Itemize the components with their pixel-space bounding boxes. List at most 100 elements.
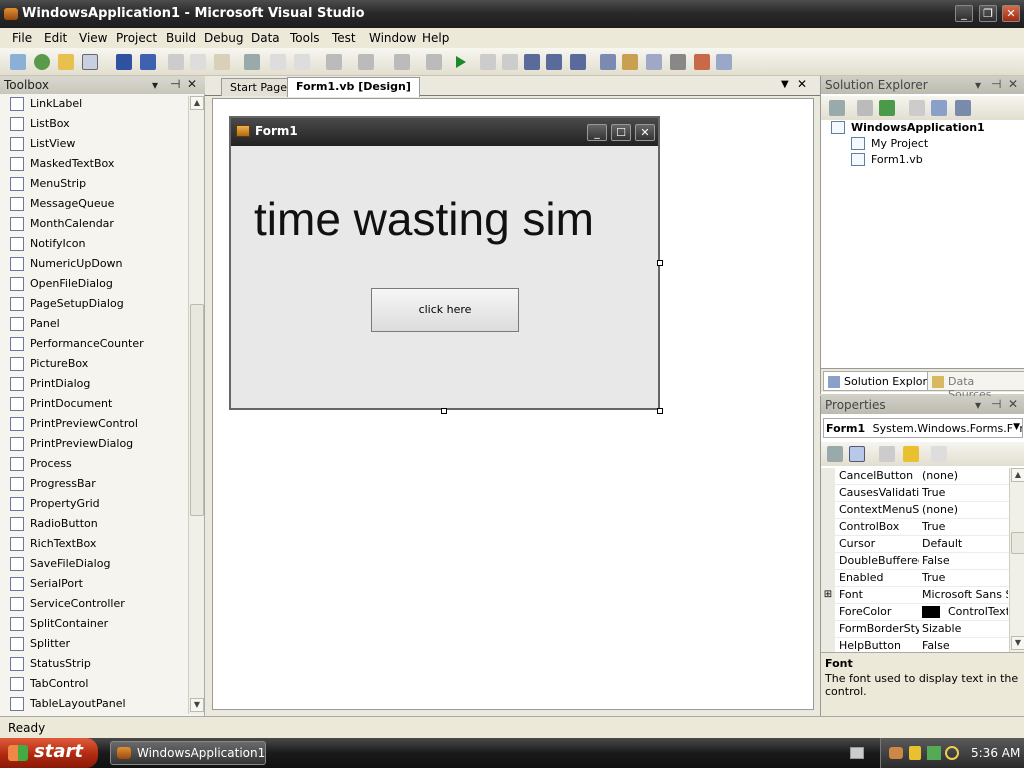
dropdown-arrow-icon[interactable]: ▾: [152, 78, 158, 92]
properties-view-icon[interactable]: [879, 446, 895, 462]
form-label[interactable]: time wasting sim: [254, 192, 594, 246]
pause-icon[interactable]: [480, 54, 496, 70]
solution-explorer-icon[interactable]: [622, 54, 638, 70]
close-icon[interactable]: ✕: [187, 77, 197, 91]
toolbox-item[interactable]: PrintPreviewDialog: [8, 434, 186, 454]
property-value[interactable]: True: [922, 486, 1008, 499]
redo-icon[interactable]: [358, 54, 374, 70]
property-value[interactable]: Default: [922, 537, 1008, 550]
toolbox-item[interactable]: StatusStrip: [8, 654, 186, 674]
pin-icon[interactable]: ⊣: [991, 77, 1001, 91]
toolbox-item[interactable]: PageSetupDialog: [8, 294, 186, 314]
form-maximize-button[interactable]: ☐: [611, 124, 631, 141]
properties-window-icon[interactable]: [646, 54, 662, 70]
refresh-icon[interactable]: [879, 100, 895, 116]
toolbox-item[interactable]: MaskedTextBox: [8, 154, 186, 174]
toolbox-item[interactable]: NotifyIcon: [8, 234, 186, 254]
view-code-icon[interactable]: [909, 100, 925, 116]
properties-scrollbar[interactable]: ▲ ▼: [1009, 468, 1024, 652]
toolbox-item[interactable]: TableLayoutPanel: [8, 694, 186, 714]
toolbox-item[interactable]: PrintDialog: [8, 374, 186, 394]
toolbox-item[interactable]: ListBox: [8, 114, 186, 134]
property-row[interactable]: FormBorderStyleSizable: [821, 621, 1009, 638]
close-icon[interactable]: ✕: [1008, 77, 1018, 91]
menu-project[interactable]: Project: [116, 31, 157, 45]
resize-handle-right[interactable]: [657, 260, 663, 266]
properties-icon[interactable]: [829, 100, 845, 116]
expand-icon[interactable]: ⊞: [821, 587, 835, 604]
save-icon[interactable]: [116, 54, 132, 70]
step-out-icon[interactable]: [570, 54, 586, 70]
scrollbar-thumb[interactable]: [190, 304, 204, 516]
design-surface[interactable]: Form1 _ ☐ ✕ time wasting sim click here: [212, 98, 814, 710]
scroll-down-arrow-icon[interactable]: ▼: [1011, 636, 1024, 650]
save-all-icon[interactable]: [140, 54, 156, 70]
property-value[interactable]: True: [922, 520, 1008, 533]
property-row[interactable]: ⊞ Font Microsoft Sans Serif: [821, 587, 1009, 604]
view-designer-icon[interactable]: [931, 100, 947, 116]
undo-icon[interactable]: [326, 54, 342, 70]
property-row[interactable]: CancelButton (none): [821, 468, 1009, 485]
property-row[interactable]: Enabled True: [821, 570, 1009, 587]
toolbox-item[interactable]: PictureBox: [8, 354, 186, 374]
property-value[interactable]: ControlText: [948, 605, 1008, 618]
shield-icon[interactable]: [909, 746, 921, 760]
tree-item-my-project[interactable]: My Project: [851, 136, 1021, 152]
property-value[interactable]: Sizable: [922, 622, 1008, 635]
resize-handle-bottom[interactable]: [441, 408, 447, 414]
object-browser-icon[interactable]: [694, 54, 710, 70]
menu-help[interactable]: Help: [422, 31, 449, 45]
toolbox-item[interactable]: MonthCalendar: [8, 214, 186, 234]
add-item-icon[interactable]: [82, 54, 98, 70]
taskbar-item-visual-studio[interactable]: WindowsApplication1 ...: [110, 741, 266, 765]
dropdown-arrow-icon[interactable]: ▾: [975, 78, 981, 92]
toolbox-item[interactable]: PrintDocument: [8, 394, 186, 414]
find-in-files-icon[interactable]: [600, 54, 616, 70]
scroll-up-arrow-icon[interactable]: ▲: [1011, 468, 1024, 482]
toolbox-item[interactable]: PrintPreviewControl: [8, 414, 186, 434]
form-close-button[interactable]: ✕: [635, 124, 655, 141]
toolbox-item[interactable]: TabControl: [8, 674, 186, 694]
toolbox-item[interactable]: ProgressBar: [8, 474, 186, 494]
open-file-icon[interactable]: [58, 54, 74, 70]
click-here-button[interactable]: click here: [371, 288, 519, 332]
toolbox-item[interactable]: OpenFileDialog: [8, 274, 186, 294]
alphabetical-icon[interactable]: [849, 446, 865, 462]
toolbox-item[interactable]: RichTextBox: [8, 534, 186, 554]
comment-icon[interactable]: [270, 54, 286, 70]
toolbox-item[interactable]: PerformanceCounter: [8, 334, 186, 354]
toolbox-item[interactable]: ServiceController: [8, 594, 186, 614]
property-row[interactable]: CausesValidationTrue: [821, 485, 1009, 502]
class-diagram-icon[interactable]: [955, 100, 971, 116]
resize-handle-corner[interactable]: [657, 408, 663, 414]
property-row[interactable]: ContextMenuStrip(none): [821, 502, 1009, 519]
toolbox-item[interactable]: MenuStrip: [8, 174, 186, 194]
chevron-down-icon[interactable]: ▼: [1013, 422, 1020, 432]
tray-app-icon[interactable]: [889, 747, 903, 759]
form-minimize-button[interactable]: _: [587, 124, 607, 141]
object-selector[interactable]: Form1 System.Windows.Forms.Form ▼: [823, 418, 1023, 438]
toolbox-item[interactable]: RadioButton: [8, 514, 186, 534]
toolbox-item[interactable]: NumericUpDown: [8, 254, 186, 274]
maximize-button[interactable]: ❐: [979, 5, 997, 22]
form1-window[interactable]: Form1 _ ☐ ✕ time wasting sim click here: [229, 116, 660, 410]
keyboard-icon[interactable]: [850, 747, 864, 759]
toolbox-item[interactable]: LinkLabel: [8, 94, 186, 114]
paste-icon[interactable]: [214, 54, 230, 70]
property-pages-icon[interactable]: [931, 446, 947, 462]
step-over-icon[interactable]: [546, 54, 562, 70]
close-button[interactable]: ✕: [1002, 5, 1020, 22]
toolbox-item[interactable]: Process: [8, 454, 186, 474]
navigate-backward-icon[interactable]: [394, 54, 410, 70]
scroll-down-arrow-icon[interactable]: ▼: [190, 698, 204, 712]
tab-solution-explorer[interactable]: Solution Explorer: [823, 371, 944, 391]
tree-solution-root[interactable]: WindowsApplication1: [831, 120, 1021, 136]
tab-data-sources[interactable]: Data Sources: [927, 371, 1024, 401]
scrollbar-thumb[interactable]: [1011, 532, 1024, 554]
start-button[interactable]: start: [0, 738, 98, 768]
property-value[interactable]: Microsoft Sans Serif: [922, 588, 1008, 601]
toolbox-item[interactable]: SerialPort: [8, 574, 186, 594]
menu-file[interactable]: File: [12, 31, 32, 45]
menu-edit[interactable]: Edit: [44, 31, 67, 45]
minimize-button[interactable]: _: [955, 5, 973, 22]
